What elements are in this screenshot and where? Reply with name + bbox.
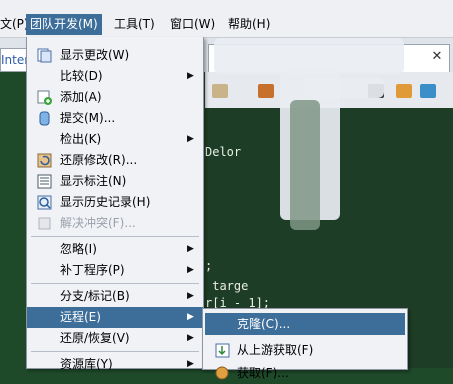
history-icon (37, 195, 52, 210)
menu-item-label: 显示标注(N) (60, 174, 127, 188)
menu-tools[interactable]: 工具(T) (110, 14, 159, 35)
menu-item-remote[interactable]: 远程(E) ▶ (27, 307, 203, 328)
menu-item-repository[interactable]: 资源库(Y) ▶ (27, 354, 203, 375)
toolbar-button-icon[interactable] (396, 84, 412, 98)
add-icon (37, 90, 52, 105)
menu-separator (31, 236, 199, 237)
submenu-arrow-icon: ▶ (187, 265, 194, 275)
annotations-icon (37, 174, 52, 189)
menu-item-revert-recover[interactable]: 还原/恢复(V) ▶ (27, 328, 203, 349)
team-menu: 显示更改(W) 比较(D) ▶ 添加(A) 提交(M)... 检出(K) ▶ 还… (26, 37, 204, 371)
menu-item-label: 比较(D) (60, 69, 103, 83)
menu-item-revert[interactable]: 还原修改(R)... (27, 150, 203, 171)
submenu-arrow-icon: ▶ (187, 291, 194, 301)
menu-item-commit[interactable]: 提交(M)... (27, 108, 203, 129)
menu-item-label: 远程(E) (60, 310, 101, 324)
menu-item-clone[interactable]: 克隆(C)... (205, 313, 405, 335)
menu-item-label: 显示更改(W) (60, 48, 130, 62)
submenu-arrow-icon: ▶ (187, 134, 194, 144)
blur-overlay (290, 100, 320, 230)
menu-item-show-changes[interactable]: 显示更改(W) (27, 45, 203, 66)
menu-item-label: 还原/恢复(V) (60, 331, 130, 345)
fetch-upstream-icon (215, 343, 230, 358)
submenu-arrow-icon: ▶ (187, 312, 194, 322)
menu-item-fetch-upstream[interactable]: 从上游获取(F) (205, 339, 405, 361)
menu-item-label: 还原修改(R)... (60, 153, 138, 167)
menu-help[interactable]: 帮助(H) (224, 14, 274, 35)
menu-item-ignore[interactable]: 忽略(I) ▶ (27, 239, 203, 260)
menu-item-label: 资源库(Y) (60, 357, 113, 371)
blur-overlay (214, 38, 404, 74)
submenu-arrow-icon: ▶ (187, 333, 194, 343)
project-tab[interactable]: Interf (0, 48, 28, 72)
menu-item-resolve-conflicts: 解决冲突(F)... (27, 213, 203, 234)
menu-item-label: 从上游获取(F) (237, 343, 314, 357)
menu-item-branch-tag[interactable]: 分支/标记(B) ▶ (27, 286, 203, 307)
submenu-arrow-icon: ▶ (187, 71, 194, 81)
menu-item-checkout[interactable]: 检出(K) ▶ (27, 129, 203, 150)
menu-item-label: 克隆(C)... (237, 317, 291, 331)
toolbar-button-icon[interactable] (420, 84, 436, 98)
menu-team[interactable]: 团队开发(M) (26, 14, 102, 35)
toolbar-button-icon[interactable] (212, 84, 228, 98)
revert-icon (37, 153, 52, 168)
menu-item-label: 检出(K) (60, 132, 102, 146)
menu-item-label: 补丁程序(P) (60, 263, 125, 277)
close-icon[interactable]: ✕ (430, 50, 444, 64)
menu-item-label: 提交(M)... (60, 111, 116, 125)
submenu-arrow-icon: ▶ (187, 359, 194, 369)
menu-item-show-history[interactable]: 显示历史记录(H) (27, 192, 203, 213)
menu-item-add[interactable]: 添加(A) (27, 87, 203, 108)
fetch-icon (215, 366, 230, 381)
resolve-icon (37, 216, 52, 231)
remote-submenu: 克隆(C)... 从上游获取(F) 获取(F)... (202, 308, 408, 380)
menu-bar: 文(P) 团队开发(M) 工具(T) 窗口(W) 帮助(H) (0, 0, 453, 38)
menu-item-label: 解决冲突(F)... (60, 216, 136, 230)
code-line: targe (205, 279, 249, 293)
commit-icon (37, 111, 52, 126)
menu-item-label: 添加(A) (60, 90, 102, 104)
menu-item-show-annotations[interactable]: 显示标注(N) (27, 171, 203, 192)
menu-item-label: 分支/标记(B) (60, 289, 130, 303)
submenu-arrow-icon: ▶ (187, 244, 194, 254)
menu-separator (31, 351, 199, 352)
menu-item-label: 忽略(I) (60, 242, 97, 256)
changes-icon (37, 48, 52, 63)
toolbar-button-icon[interactable] (258, 84, 274, 98)
menu-separator (31, 283, 199, 284)
menu-item-compare[interactable]: 比较(D) ▶ (27, 66, 203, 87)
menu-window[interactable]: 窗口(W) (166, 14, 219, 35)
blur-overlay (304, 78, 384, 98)
menu-item-fetch[interactable]: 获取(F)... (205, 362, 405, 384)
menu-item-patches[interactable]: 补丁程序(P) ▶ (27, 260, 203, 281)
menu-item-label: 显示历史记录(H) (60, 195, 151, 209)
code-line: Delor (205, 145, 242, 159)
menu-item-label: 获取(F)... (237, 366, 289, 380)
code-line: ; (205, 259, 213, 273)
